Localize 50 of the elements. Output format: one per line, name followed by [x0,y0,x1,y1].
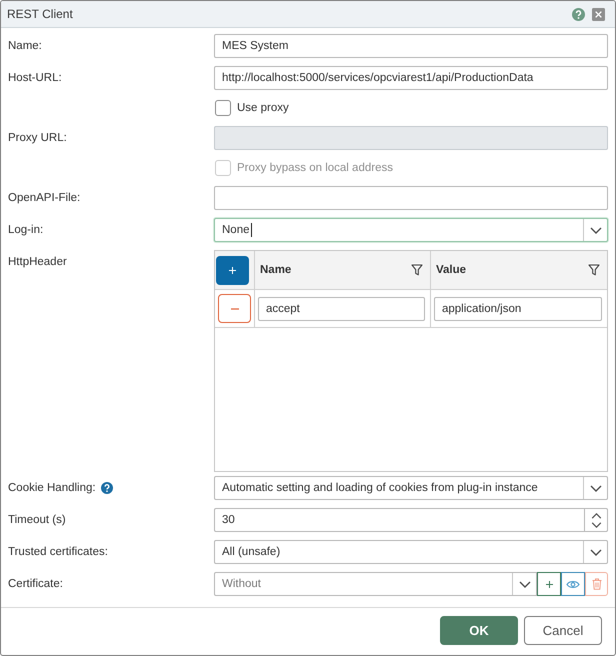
text-cursor-icon [250,223,252,237]
field-label: HttpHeader [8,255,67,270]
window-title: REST Client [7,7,74,21]
field-label: OpenAPI-File: [8,191,80,206]
text-field[interactable]: application/json [434,296,602,320]
dropdown-field[interactable]: Without [214,572,537,596]
cancel-button[interactable]: Cancel [524,616,602,645]
column-header[interactable]: Value [430,251,607,289]
remove-row-button[interactable] [218,294,251,323]
plus-icon [229,266,236,274]
chevron-down-icon [590,484,602,492]
chevron-down-icon [590,548,602,556]
spin-down-button[interactable] [584,520,608,532]
plus-icon [546,580,552,588]
trash-icon [592,578,602,590]
checkbox[interactable] [215,100,231,116]
chevron-down-icon [590,226,602,234]
field-label: Certificate: [8,577,63,592]
minus-icon [230,308,238,310]
spin-up-button[interactable] [584,508,608,520]
field-label: Proxy URL: [8,131,67,146]
column-header[interactable]: Name [254,251,430,289]
text-field[interactable] [214,186,608,210]
dropdown-field[interactable]: None [214,218,608,242]
field-label: Cookie Handling: [8,481,96,496]
ok-button[interactable]: OK [440,616,518,645]
chevron-down-icon [518,580,530,588]
field-label: Trusted certificates: [8,545,108,560]
checkbox-label[interactable]: Use proxy [237,102,289,114]
number-field[interactable]: 30 [214,508,584,532]
filter-icon[interactable] [411,264,423,276]
filter-icon[interactable] [588,264,600,276]
help-icon[interactable] [100,482,113,494]
chevron-up-icon [590,512,602,518]
text-field[interactable]: MES System [214,34,608,58]
add-row-button[interactable] [216,256,249,284]
text-field[interactable]: accept [258,296,425,320]
view-button[interactable] [561,572,585,596]
eye-icon [566,580,580,588]
dropdown-field[interactable]: Automatic setting and loading of cookies from plug-in instance [214,476,608,500]
field-label: Name: [8,39,42,54]
text-field[interactable]: http://localhost:5000/services/opcviarest1/api/ProductionData [214,66,608,90]
add-button[interactable] [537,572,561,596]
chevron-down-icon [590,522,602,528]
field-label: Host-URL: [8,71,62,86]
field-label: Log-in: [8,223,44,238]
dropdown-field[interactable]: All (unsafe) [214,540,608,564]
field-label: Timeout (s) [8,513,66,528]
help-icon[interactable] [572,8,585,20]
close-button[interactable] [592,8,605,20]
